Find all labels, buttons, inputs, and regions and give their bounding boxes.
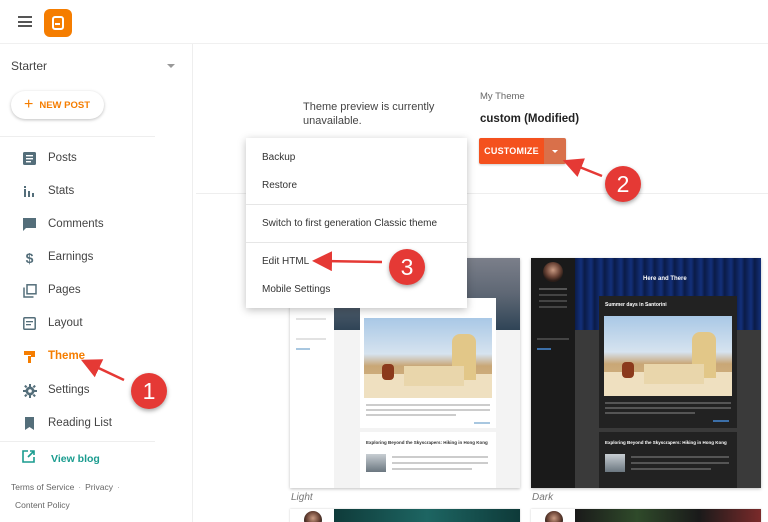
theme-preview-post: Exploring Beyond the Skyscrapers: Hiking…: [360, 432, 496, 488]
theme-preview-post: Summer days in Santorini: [599, 296, 737, 428]
sidebar-item-reading-list[interactable]: Reading List: [0, 408, 190, 438]
avatar: [543, 262, 563, 282]
sidebar: Starter + NEW POST Posts Stats Comments: [0, 44, 193, 522]
stats-icon: [22, 184, 37, 199]
divider: [0, 441, 155, 442]
footer-links: Terms of Service · Privacy · Content Policy: [11, 482, 120, 510]
post-title: Exploring Beyond the Skyscrapers: Hiking…: [605, 440, 727, 445]
new-post-label: NEW POST: [39, 99, 91, 111]
menu-item-mobile-settings[interactable]: Mobile Settings: [262, 284, 330, 295]
theme-card-next-2[interactable]: [531, 509, 761, 522]
sidebar-item-stats[interactable]: Stats: [0, 176, 190, 206]
annotation-badge-3: 3: [389, 249, 425, 285]
post-thumbnail: [366, 454, 386, 472]
post-thumbnail: [605, 454, 625, 472]
post-photo: [364, 318, 492, 398]
sidebar-item-label: Earnings: [48, 251, 94, 263]
annotation-badge-1: 1: [131, 373, 167, 409]
view-blog-label: View blog: [51, 453, 100, 465]
sidebar-item-label: Reading List: [48, 417, 112, 429]
post-photo: [604, 316, 732, 396]
post-title: Summer days in Santorini: [605, 302, 667, 308]
customize-dropdown-button[interactable]: [544, 138, 566, 164]
hamburger-icon[interactable]: [18, 16, 32, 27]
sidebar-item-label: Pages: [48, 284, 81, 296]
bookmark-icon: [22, 416, 37, 431]
customize-split-button: CUSTOMIZE: [479, 138, 566, 164]
annotation-badge-2: 2: [605, 166, 641, 202]
theme-preview-post: [360, 298, 496, 428]
blog-selector[interactable]: Starter: [11, 59, 177, 73]
theme-card-next-1[interactable]: [290, 509, 520, 522]
plus-icon: +: [24, 96, 34, 113]
sidebar-item-comments[interactable]: Comments: [0, 209, 190, 239]
new-post-button[interactable]: + NEW POST: [11, 91, 104, 119]
sidebar-item-posts[interactable]: Posts: [0, 143, 190, 173]
menu-divider: [246, 204, 467, 205]
sidebar-item-label: Settings: [48, 384, 90, 396]
comments-icon: [22, 217, 37, 232]
terms-of-service-link[interactable]: Terms of Service: [11, 482, 74, 492]
privacy-link[interactable]: Privacy: [85, 482, 113, 492]
sidebar-item-layout[interactable]: Layout: [0, 308, 190, 338]
external-link-icon: [22, 450, 35, 468]
post-title: Exploring Beyond the Skyscrapers: Hiking…: [366, 440, 488, 445]
customize-dropdown-menu: Backup Restore Switch to first generatio…: [246, 138, 467, 308]
blog-name: Starter: [11, 59, 48, 73]
theme-preview-post: Exploring Beyond the Skyscrapers: Hiking…: [599, 432, 737, 488]
top-bar: [0, 0, 768, 44]
theme-preview-message: Theme preview is currently unavailable.: [303, 101, 435, 127]
menu-item-edit-html[interactable]: Edit HTML: [262, 256, 309, 267]
theme-caption-dark: Dark: [532, 492, 554, 503]
sidebar-item-label: Posts: [48, 152, 77, 164]
sidebar-item-label: Stats: [48, 185, 75, 197]
pages-icon: [22, 283, 37, 298]
layout-icon: [22, 316, 37, 331]
blogger-logo[interactable]: [44, 9, 72, 37]
avatar: [545, 511, 563, 522]
gear-icon: [22, 383, 37, 398]
sidebar-item-pages[interactable]: Pages: [0, 275, 190, 305]
blog-title: Here and There: [643, 276, 687, 282]
divider: [0, 136, 155, 137]
sidebar-item-label: Theme: [48, 350, 86, 362]
sidebar-item-earnings[interactable]: $ Earnings: [0, 242, 190, 272]
content-policy-link[interactable]: Content Policy: [15, 500, 70, 510]
current-theme-name: custom (Modified): [480, 113, 580, 125]
customize-button[interactable]: CUSTOMIZE: [479, 138, 544, 164]
menu-item-switch-classic-theme[interactable]: Switch to first generation Classic theme: [262, 218, 437, 229]
menu-divider: [246, 242, 467, 243]
menu-item-restore[interactable]: Restore: [262, 180, 297, 191]
theme-icon: [22, 349, 37, 364]
theme-caption-light: Light: [291, 492, 313, 503]
chevron-down-icon: [552, 149, 558, 153]
sidebar-item-label: Layout: [48, 317, 83, 329]
menu-item-backup[interactable]: Backup: [262, 152, 295, 163]
dollar-icon: $: [25, 249, 34, 266]
theme-card-dark[interactable]: Here and There Summer days in Santorini …: [531, 258, 761, 488]
my-theme-label: My Theme: [480, 91, 525, 102]
blogger-theme-page: Starter + NEW POST Posts Stats Comments: [0, 0, 768, 522]
theme-preview-sidebar: [531, 258, 575, 488]
chevron-down-icon: [167, 64, 175, 68]
avatar: [304, 511, 322, 522]
sidebar-item-label: Comments: [48, 218, 104, 230]
posts-icon: [22, 151, 37, 166]
view-blog-link[interactable]: View blog: [22, 449, 100, 469]
annotation-arrow-2: [562, 158, 603, 178]
sidebar-item-theme[interactable]: Theme: [0, 341, 190, 371]
